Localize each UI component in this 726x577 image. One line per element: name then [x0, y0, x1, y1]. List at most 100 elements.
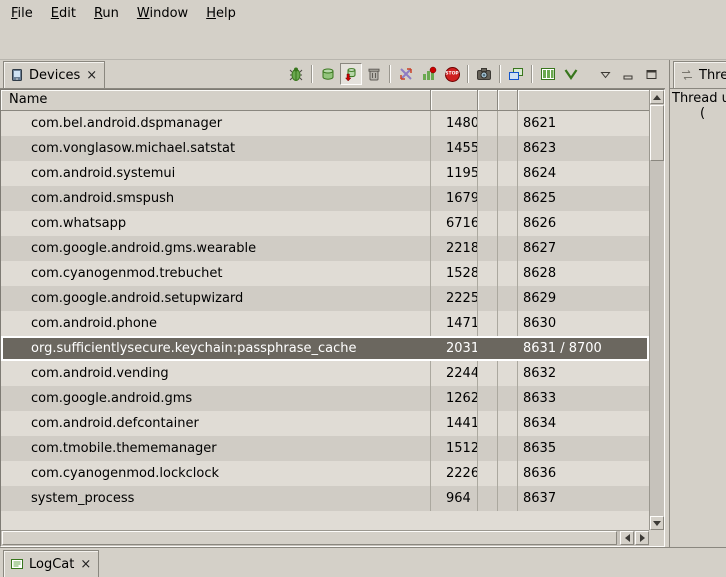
- devices-tabbar: Devices ×: [0, 60, 665, 89]
- table-row[interactable]: com.android.defcontainer144118634: [1, 411, 649, 436]
- table-row[interactable]: org.sufficientlysecure.keychain:passphra…: [1, 336, 649, 361]
- table-row[interactable]: com.google.android.gms.wearable221858627: [1, 236, 649, 261]
- column-header-port[interactable]: [518, 90, 649, 111]
- vertical-scrollbar[interactable]: [649, 90, 664, 530]
- tab-logcat[interactable]: LogCat ×: [3, 550, 99, 577]
- table-row[interactable]: com.bel.android.dspmanager14808621: [1, 111, 649, 136]
- table-row[interactable]: com.android.smspush16798625: [1, 186, 649, 211]
- update-threads-button[interactable]: [395, 63, 417, 85]
- column-header-name[interactable]: Name: [1, 90, 431, 111]
- debug-process-button[interactable]: [285, 63, 307, 85]
- cell-port: 8633: [518, 386, 649, 411]
- cell-c4: [498, 386, 518, 411]
- vertical-scroll-thumb[interactable]: [650, 105, 664, 161]
- table-row[interactable]: com.android.phone14718630: [1, 311, 649, 336]
- column-header-4[interactable]: [498, 90, 518, 111]
- scroll-left-button[interactable]: [620, 531, 634, 545]
- table-header: Name: [1, 90, 649, 111]
- reset-adb-button[interactable]: [505, 63, 527, 85]
- cell-c4: [498, 136, 518, 161]
- arrow-up-icon: [653, 95, 661, 100]
- threads-tab-label: Threads: [698, 68, 726, 83]
- cell-name: com.android.vending: [1, 361, 431, 386]
- table-row[interactable]: system_process9648637: [1, 486, 649, 511]
- table-row[interactable]: com.tmobile.thememanager15128635: [1, 436, 649, 461]
- minimize-icon: [622, 68, 635, 81]
- menu-edit[interactable]: Edit: [42, 3, 85, 24]
- screen-capture-button[interactable]: [473, 63, 495, 85]
- cell-port: 8634: [518, 411, 649, 436]
- cell-c3: [478, 286, 498, 311]
- table-row[interactable]: com.android.systemui11958624: [1, 161, 649, 186]
- cell-name: com.cyanogenmod.lockclock: [1, 461, 431, 486]
- cell-c4: [498, 111, 518, 136]
- table-row[interactable]: com.cyanogenmod.lockclock22265 8636: [1, 461, 649, 486]
- start-method-profiling-button[interactable]: [418, 63, 440, 85]
- table-row[interactable]: com.google.android.gms126238633: [1, 386, 649, 411]
- chevron-down-icon: [599, 68, 612, 81]
- cause-gc-button[interactable]: [363, 63, 385, 85]
- cell-c3: [478, 436, 498, 461]
- cell-port: 8624: [518, 161, 649, 186]
- update-heap-button[interactable]: [317, 63, 339, 85]
- horizontal-scroll-thumb[interactable]: [2, 531, 617, 545]
- menu-help[interactable]: Help: [197, 3, 245, 24]
- minimize-button[interactable]: [617, 63, 639, 85]
- process-table-body: com.bel.android.dspmanager14808621com.vo…: [1, 111, 649, 530]
- view-menu-button[interactable]: [594, 63, 616, 85]
- cell-c4: [498, 286, 518, 311]
- maximize-button[interactable]: [640, 63, 662, 85]
- tab-threads[interactable]: Threads: [673, 61, 726, 88]
- stop-process-button[interactable]: STOP: [441, 63, 463, 85]
- close-icon[interactable]: ×: [79, 558, 92, 571]
- cell-name: com.google.android.gms: [1, 386, 431, 411]
- toolbar-separator: [531, 65, 533, 83]
- scroll-right-button[interactable]: [635, 531, 649, 545]
- threads-content: Thread up (: [670, 89, 726, 547]
- threads-icon: [680, 68, 694, 82]
- close-icon[interactable]: ×: [85, 69, 98, 82]
- menu-file[interactable]: File: [2, 3, 42, 24]
- cell-port: 8636: [518, 461, 649, 486]
- table-row[interactable]: com.vonglasow.michael.satstat145538623: [1, 136, 649, 161]
- cell-c3: [478, 361, 498, 386]
- column-header-3[interactable]: [478, 90, 498, 111]
- debug-icon: [288, 66, 304, 82]
- main-area: Devices ×: [0, 60, 726, 547]
- cell-name: system_process: [1, 486, 431, 511]
- cell-port: 8626: [518, 211, 649, 236]
- horizontal-scrollbar[interactable]: [1, 530, 649, 546]
- cell-c4: [498, 486, 518, 511]
- cell-c3: [478, 211, 498, 236]
- cell-pid: 1512: [431, 436, 478, 461]
- table-row[interactable]: com.cyanogenmod.trebuchet15288628: [1, 261, 649, 286]
- table-row[interactable]: com.android.vending224408632: [1, 361, 649, 386]
- column-header-pid[interactable]: [431, 90, 478, 111]
- cell-pid: 22265: [431, 461, 478, 486]
- menu-window[interactable]: Window: [128, 3, 197, 24]
- cell-port: 8623: [518, 136, 649, 161]
- cell-pid: 1471: [431, 311, 478, 336]
- table-row[interactable]: com.google.android.setupwizard222508629: [1, 286, 649, 311]
- checkmark-icon: [563, 66, 579, 82]
- dump-hprof-button[interactable]: [340, 63, 362, 85]
- cell-c4: [498, 336, 518, 361]
- logcat-bar: LogCat ×: [0, 547, 726, 577]
- scroll-down-button[interactable]: [650, 516, 664, 530]
- cell-port: 8635: [518, 436, 649, 461]
- threads-tabbar: Threads: [670, 60, 726, 89]
- update-threads-icon: [398, 66, 414, 82]
- tab-devices[interactable]: Devices ×: [3, 61, 105, 88]
- maximize-icon: [645, 68, 658, 81]
- cell-c4: [498, 436, 518, 461]
- scroll-up-button[interactable]: [650, 90, 664, 104]
- update-heap-icon: [320, 66, 336, 82]
- cell-port: 8637: [518, 486, 649, 511]
- table-row[interactable]: com.whatsapp67168626: [1, 211, 649, 236]
- menu-run[interactable]: Run: [85, 3, 128, 24]
- cell-pid: 1528: [431, 261, 478, 286]
- table-columns-button[interactable]: [537, 63, 559, 85]
- method-profiling-icon: [421, 66, 437, 82]
- cell-name: com.whatsapp: [1, 211, 431, 236]
- checkmark-button[interactable]: [560, 63, 582, 85]
